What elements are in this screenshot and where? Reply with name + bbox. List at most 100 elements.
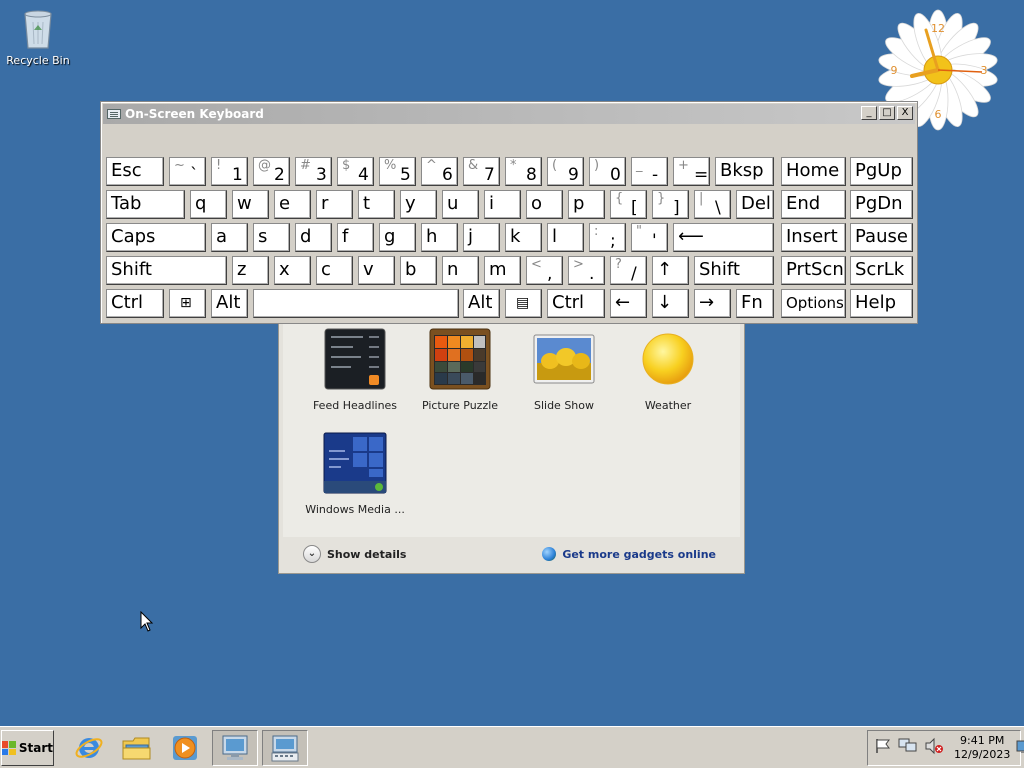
key-caps[interactable]: Caps <box>106 223 206 252</box>
key-m[interactable]: m <box>484 256 521 285</box>
key-s[interactable]: s <box>253 223 290 252</box>
key-windows-logo[interactable]: ⊞ <box>169 289 206 318</box>
key-r[interactable]: r <box>316 190 353 219</box>
key-e[interactable]: e <box>274 190 311 219</box>
key-tab[interactable]: Tab <box>106 190 185 219</box>
key-n[interactable]: n <box>442 256 479 285</box>
computer-icon[interactable] <box>212 730 258 766</box>
key-9[interactable]: (9 <box>547 157 584 186</box>
key-d[interactable]: d <box>295 223 332 252</box>
key-i[interactable]: i <box>484 190 521 219</box>
key-.[interactable]: >. <box>568 256 605 285</box>
key-menu-key[interactable]: ▤ <box>505 289 542 318</box>
key-c[interactable]: c <box>316 256 353 285</box>
gadget-feed-headlines[interactable]: Feed Headlines <box>303 327 407 412</box>
key-6[interactable]: ^ 6 <box>421 157 458 186</box>
key-↑[interactable]: ↑ <box>652 256 689 285</box>
key-0[interactable]: ) 0 <box>589 157 626 186</box>
key-;[interactable]: :; <box>589 223 626 252</box>
key-1[interactable]: ! 1 <box>211 157 248 186</box>
key-,[interactable]: <, <box>526 256 563 285</box>
key-3[interactable]: #3 <box>295 157 332 186</box>
key-2[interactable]: @2 <box>253 157 290 186</box>
key-\[interactable]: | \ <box>694 190 731 219</box>
key-scrlk[interactable]: ScrLk <box>850 256 913 285</box>
gadget-slide-show[interactable]: Slide Show <box>512 327 616 412</box>
key-end[interactable]: End <box>781 190 846 219</box>
maximize-button[interactable]: □ <box>879 106 895 120</box>
key-'[interactable]: " ' <box>631 223 668 252</box>
close-button[interactable]: X <box>897 106 913 120</box>
taskbar-clock[interactable]: 9:41 PM 12/9/2023 <box>954 734 1010 762</box>
key-/[interactable]: ? / <box>610 256 647 285</box>
on-screen-keyboard-icon[interactable] <box>262 730 308 766</box>
key-x[interactable]: x <box>274 256 311 285</box>
key-home[interactable]: Home <box>781 157 846 186</box>
start-button[interactable]: Start <box>1 730 54 766</box>
key-prtscn[interactable]: PrtScn <box>781 256 846 285</box>
key-`[interactable]: ~ ` <box>169 157 206 186</box>
key-4[interactable]: $4 <box>337 157 374 186</box>
media-player-icon[interactable] <box>162 730 208 766</box>
osk-titlebar[interactable]: On-Screen Keyboard _ □ X <box>103 104 915 124</box>
key-⟵[interactable]: ⟵ <box>673 223 774 252</box>
key-8[interactable]: * 8 <box>505 157 542 186</box>
minimize-button[interactable]: _ <box>861 106 877 120</box>
key-↓[interactable]: ↓ <box>652 289 689 318</box>
key-a[interactable]: a <box>211 223 248 252</box>
key-pause[interactable]: Pause <box>850 223 913 252</box>
key-insert[interactable]: Insert <box>781 223 846 252</box>
key-u[interactable]: u <box>442 190 479 219</box>
key-f[interactable]: f <box>337 223 374 252</box>
key-g[interactable]: g <box>379 223 416 252</box>
gadget-picture-puzzle[interactable]: Picture Puzzle <box>408 327 512 412</box>
show-desktop-icon[interactable] <box>1016 739 1024 758</box>
key-shift[interactable]: Shift <box>694 256 774 285</box>
key-7[interactable]: & 7 <box>463 157 500 186</box>
key-del[interactable]: Del <box>736 190 774 219</box>
key-shift[interactable]: Shift <box>106 256 227 285</box>
key-fn[interactable]: Fn <box>736 289 774 318</box>
recycle-bin[interactable]: Recycle Bin <box>6 6 70 67</box>
key--[interactable]: _ - <box>631 157 668 186</box>
key-pgup[interactable]: PgUp <box>850 157 913 186</box>
key-alt[interactable]: Alt <box>463 289 500 318</box>
key-b[interactable]: b <box>400 256 437 285</box>
key-→[interactable]: → <box>694 289 731 318</box>
key-z[interactable]: z <box>232 256 269 285</box>
key-ctrl[interactable]: Ctrl <box>547 289 605 318</box>
key-help[interactable]: Help <box>850 289 913 318</box>
key-y[interactable]: y <box>400 190 437 219</box>
internet-explorer-icon[interactable] <box>66 730 112 766</box>
key-p[interactable]: p <box>568 190 605 219</box>
show-details-button[interactable]: ⌄ Show details <box>303 545 406 563</box>
key-t[interactable]: t <box>358 190 395 219</box>
gadget-windows-media-center[interactable]: Windows Media ... <box>303 431 407 516</box>
key-alt[interactable]: Alt <box>211 289 248 318</box>
key-space[interactable] <box>253 289 459 318</box>
network-icon[interactable] <box>898 737 918 759</box>
key-ctrl[interactable]: Ctrl <box>106 289 164 318</box>
key-w[interactable]: w <box>232 190 269 219</box>
key-5[interactable]: % 5 <box>379 157 416 186</box>
action-center-flag-icon[interactable] <box>874 737 892 759</box>
key-k[interactable]: k <box>505 223 542 252</box>
key-o[interactable]: o <box>526 190 563 219</box>
key-v[interactable]: v <box>358 256 395 285</box>
key-←[interactable]: ← <box>610 289 647 318</box>
key-j[interactable]: j <box>463 223 500 252</box>
key-esc[interactable]: Esc <box>106 157 164 186</box>
key-pgdn[interactable]: PgDn <box>850 190 913 219</box>
volume-muted-icon[interactable] <box>924 737 944 759</box>
key-bksp[interactable]: Bksp <box>715 157 774 186</box>
key-q[interactable]: q <box>190 190 227 219</box>
key-[[interactable]: {[ <box>610 190 647 219</box>
gadget-weather[interactable]: Weather <box>616 327 720 412</box>
key-options[interactable]: Options <box>781 289 846 318</box>
key-=[interactable]: + = <box>673 157 710 186</box>
get-more-gadgets-link[interactable]: Get more gadgets online <box>542 547 716 561</box>
key-h[interactable]: h <box>421 223 458 252</box>
key-][interactable]: }] <box>652 190 689 219</box>
file-explorer-icon[interactable] <box>114 730 160 766</box>
key-l[interactable]: l <box>547 223 584 252</box>
